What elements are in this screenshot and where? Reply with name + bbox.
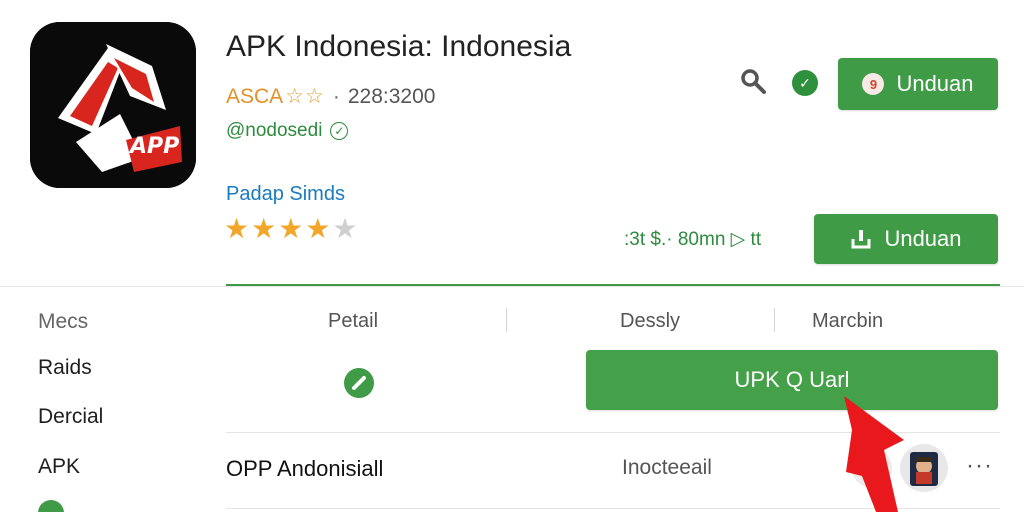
edit-button[interactable]: [344, 368, 374, 398]
app-icon: APP: [30, 22, 196, 188]
download-button[interactable]: Unduan: [814, 214, 998, 264]
sidebar: [0, 290, 200, 512]
app-logo-icon: [30, 22, 196, 188]
star-filled-icons: ★★★★: [224, 213, 333, 244]
download-button-top-label: Unduan: [896, 71, 974, 96]
primary-action-button[interactable]: UPK Q Uarl: [586, 350, 998, 410]
verified-check-icon: ✓: [330, 122, 349, 140]
tab-marcbin[interactable]: Marcbin: [812, 310, 883, 333]
pencil-icon: [352, 376, 366, 390]
avatar[interactable]: [900, 444, 948, 492]
download-badge-icon: 9: [862, 73, 885, 95]
developer-handle-row[interactable]: @nodosedi ✓: [226, 120, 349, 142]
app-icon-badge: APP: [130, 134, 180, 159]
row-divider: [226, 432, 1000, 433]
download-icon: [850, 228, 872, 250]
separator: ·: [332, 84, 340, 108]
developer-name[interactable]: ASCA: [226, 85, 283, 109]
sidebar-item-raids[interactable]: Raids: [38, 356, 92, 380]
sidebar-item-mecs[interactable]: Mecs: [38, 310, 88, 334]
download-button-top[interactable]: 9 Unduan: [838, 58, 998, 110]
verified-button[interactable]: ✓: [792, 70, 818, 96]
column-separator: [506, 308, 507, 332]
rating-stars: ★★★★★: [224, 212, 360, 245]
list-item-code: Inocteeail: [622, 456, 712, 479]
size-info: :3t $.· 80mn ▷ tt: [624, 229, 762, 250]
developer-handle: @nodosedi: [226, 120, 323, 141]
column-separator: [774, 308, 775, 332]
primary-action-label: UPK Q Uarl: [734, 367, 850, 392]
star-empty-icon: ★: [332, 213, 360, 244]
verified-icon: ✓: [799, 74, 811, 91]
row-divider: [226, 508, 1000, 509]
tab-petail[interactable]: Petail: [328, 310, 378, 333]
header-divider: [0, 286, 1024, 287]
category-link[interactable]: Padap Simds: [226, 183, 345, 206]
tab-dessly[interactable]: Dessly: [620, 310, 680, 333]
star-outline-icons: ☆☆: [285, 85, 325, 108]
app-title: APK Indonesia: Indonesia: [226, 30, 572, 63]
download-count: 228:3200: [347, 84, 436, 108]
sidebar-item-dercial[interactable]: Dercial: [38, 405, 103, 429]
header-accent-divider: [226, 284, 1000, 286]
search-button[interactable]: [736, 64, 770, 98]
avatar-image: [910, 452, 938, 486]
search-icon: [741, 69, 766, 94]
download-button-label: Unduan: [884, 226, 962, 251]
share-icon[interactable]: [852, 448, 892, 488]
list-item-name[interactable]: OPP Andonisiall: [226, 456, 383, 482]
rating-line: ASCA ☆☆ · 228:3200: [226, 84, 435, 109]
sidebar-item-apk[interactable]: APK: [38, 455, 80, 479]
more-options-icon[interactable]: ···: [966, 452, 993, 480]
